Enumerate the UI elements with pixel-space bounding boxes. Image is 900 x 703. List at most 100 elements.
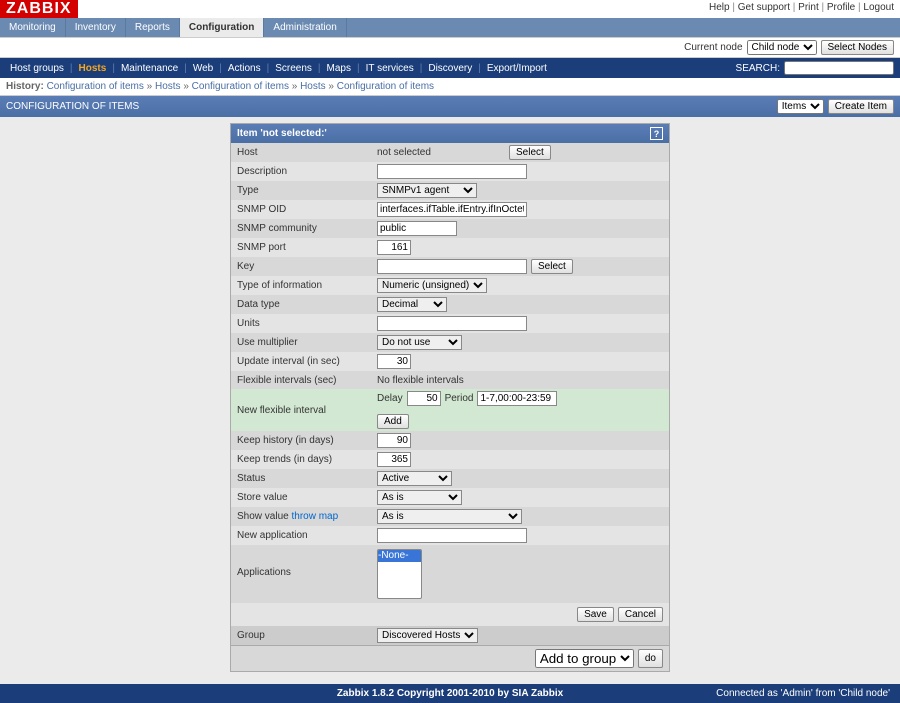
description-input[interactable]: [377, 164, 527, 179]
sub-menu: Host groups| Hosts| Maintenance| Web| Ac…: [0, 58, 900, 78]
update-interval-input[interactable]: [377, 354, 411, 369]
label-flex-intervals: Flexible intervals (sec): [237, 375, 377, 386]
top-links: Help | Get support | Print | Profile | L…: [709, 0, 900, 13]
sub-it-services[interactable]: IT services: [362, 63, 418, 74]
footer: Zabbix 1.8.2 Copyright 2001-2010 by SIA …: [0, 684, 900, 703]
label-type-info: Type of information: [237, 280, 377, 291]
sub-export-import[interactable]: Export/Import: [483, 63, 551, 74]
sub-maps[interactable]: Maps: [323, 63, 355, 74]
node-bar: Current node Child node Select Nodes: [0, 37, 900, 58]
select-nodes-button[interactable]: Select Nodes: [821, 40, 894, 55]
keep-history-input[interactable]: [377, 433, 411, 448]
link-help[interactable]: Help: [709, 2, 730, 13]
sub-web[interactable]: Web: [189, 63, 217, 74]
link-profile[interactable]: Profile: [827, 2, 855, 13]
crumb-0[interactable]: Configuration of items: [47, 81, 144, 92]
sub-discovery[interactable]: Discovery: [424, 63, 476, 74]
history-label: History:: [6, 81, 44, 92]
key-select-button[interactable]: Select: [531, 259, 573, 274]
footer-copyright: Zabbix 1.8.2 Copyright 2001-2010 by SIA …: [210, 688, 690, 699]
label-snmp-community: SNMP community: [237, 223, 377, 234]
search-input[interactable]: [784, 61, 894, 75]
tab-configuration[interactable]: Configuration: [180, 18, 265, 37]
search-label: SEARCH:: [736, 63, 780, 74]
node-select[interactable]: Child node: [747, 40, 817, 55]
key-input[interactable]: [377, 259, 527, 274]
add-flex-button[interactable]: Add: [377, 414, 409, 429]
delay-label: Delay: [377, 393, 403, 404]
label-keep-trends: Keep trends (in days): [237, 454, 377, 465]
search-box: SEARCH:: [736, 61, 894, 75]
save-button[interactable]: Save: [577, 607, 614, 622]
tab-monitoring[interactable]: Monitoring: [0, 18, 66, 37]
label-units: Units: [237, 318, 377, 329]
keep-trends-input[interactable]: [377, 452, 411, 467]
crumb-3[interactable]: Hosts: [300, 81, 326, 92]
label-store-value: Store value: [237, 492, 377, 503]
host-select-button[interactable]: Select: [509, 145, 551, 160]
host-value: not selected: [377, 147, 505, 158]
label-snmp-oid: SNMP OID: [237, 204, 377, 215]
node-label: Current node: [684, 42, 742, 53]
tab-reports[interactable]: Reports: [126, 18, 180, 37]
form-header: Item 'not selected:' ?: [231, 124, 669, 143]
do-button[interactable]: do: [638, 649, 663, 668]
period-input[interactable]: [477, 391, 557, 406]
type-info-select[interactable]: Numeric (unsigned): [377, 278, 487, 293]
label-update-interval: Update interval (in sec): [237, 356, 377, 367]
store-value-select[interactable]: As is: [377, 490, 462, 505]
cancel-button[interactable]: Cancel: [618, 607, 663, 622]
snmp-oid-input[interactable]: [377, 202, 527, 217]
sub-maintenance[interactable]: Maintenance: [117, 63, 182, 74]
section-title: CONFIGURATION OF ITEMS: [6, 101, 139, 112]
snmp-port-input[interactable]: [377, 240, 411, 255]
main-menu: Monitoring Inventory Reports Configurati…: [0, 18, 900, 37]
label-keep-history: Keep history (in days): [237, 435, 377, 446]
crumb-4[interactable]: Configuration of items: [337, 81, 434, 92]
period-label: Period: [445, 393, 474, 404]
item-form: Item 'not selected:' ? Host not selected…: [230, 123, 670, 672]
label-snmp-port: SNMP port: [237, 242, 377, 253]
units-input[interactable]: [377, 316, 527, 331]
link-get-support[interactable]: Get support: [738, 2, 790, 13]
delay-input[interactable]: [407, 391, 441, 406]
link-logout[interactable]: Logout: [863, 2, 894, 13]
new-app-input[interactable]: [377, 528, 527, 543]
status-select[interactable]: Active: [377, 471, 452, 486]
data-type-select[interactable]: Decimal: [377, 297, 447, 312]
label-new-app: New application: [237, 530, 377, 541]
label-data-type: Data type: [237, 299, 377, 310]
throw-map-link[interactable]: throw map: [291, 511, 338, 522]
label-show-value: Show value throw map: [237, 511, 377, 522]
type-select[interactable]: SNMPv1 agent: [377, 183, 477, 198]
sub-hosts[interactable]: Hosts: [75, 63, 111, 74]
label-type: Type: [237, 185, 377, 196]
link-print[interactable]: Print: [798, 2, 819, 13]
group-select[interactable]: Discovered Hosts: [377, 628, 478, 643]
footer-connected: Connected as 'Admin' from 'Child node': [690, 688, 890, 699]
help-icon[interactable]: ?: [650, 127, 663, 140]
section-header: CONFIGURATION OF ITEMS Items Create Item: [0, 96, 900, 117]
label-applications: Applications: [237, 549, 377, 578]
tab-inventory[interactable]: Inventory: [66, 18, 126, 37]
snmp-community-input[interactable]: [377, 221, 457, 236]
sub-actions[interactable]: Actions: [224, 63, 265, 74]
logo: ZABBIX: [0, 0, 78, 18]
sub-host-groups[interactable]: Host groups: [6, 63, 68, 74]
label-new-flex: New flexible interval: [237, 405, 377, 416]
form-title: Item 'not selected:': [237, 128, 327, 139]
crumb-2[interactable]: Configuration of items: [192, 81, 289, 92]
create-item-button[interactable]: Create Item: [828, 99, 894, 114]
label-host: Host: [237, 147, 377, 158]
do-action-select[interactable]: Add to group: [535, 649, 634, 668]
crumb-1[interactable]: Hosts: [155, 81, 181, 92]
show-value-select[interactable]: As is: [377, 509, 522, 524]
flex-intervals-text: No flexible intervals: [377, 375, 464, 386]
tab-administration[interactable]: Administration: [264, 18, 346, 37]
multiplier-select[interactable]: Do not use: [377, 335, 462, 350]
sub-screens[interactable]: Screens: [271, 63, 316, 74]
label-group: Group: [237, 630, 377, 641]
section-dropdown[interactable]: Items: [777, 99, 824, 114]
label-multiplier: Use multiplier: [237, 337, 377, 348]
label-key: Key: [237, 261, 377, 272]
